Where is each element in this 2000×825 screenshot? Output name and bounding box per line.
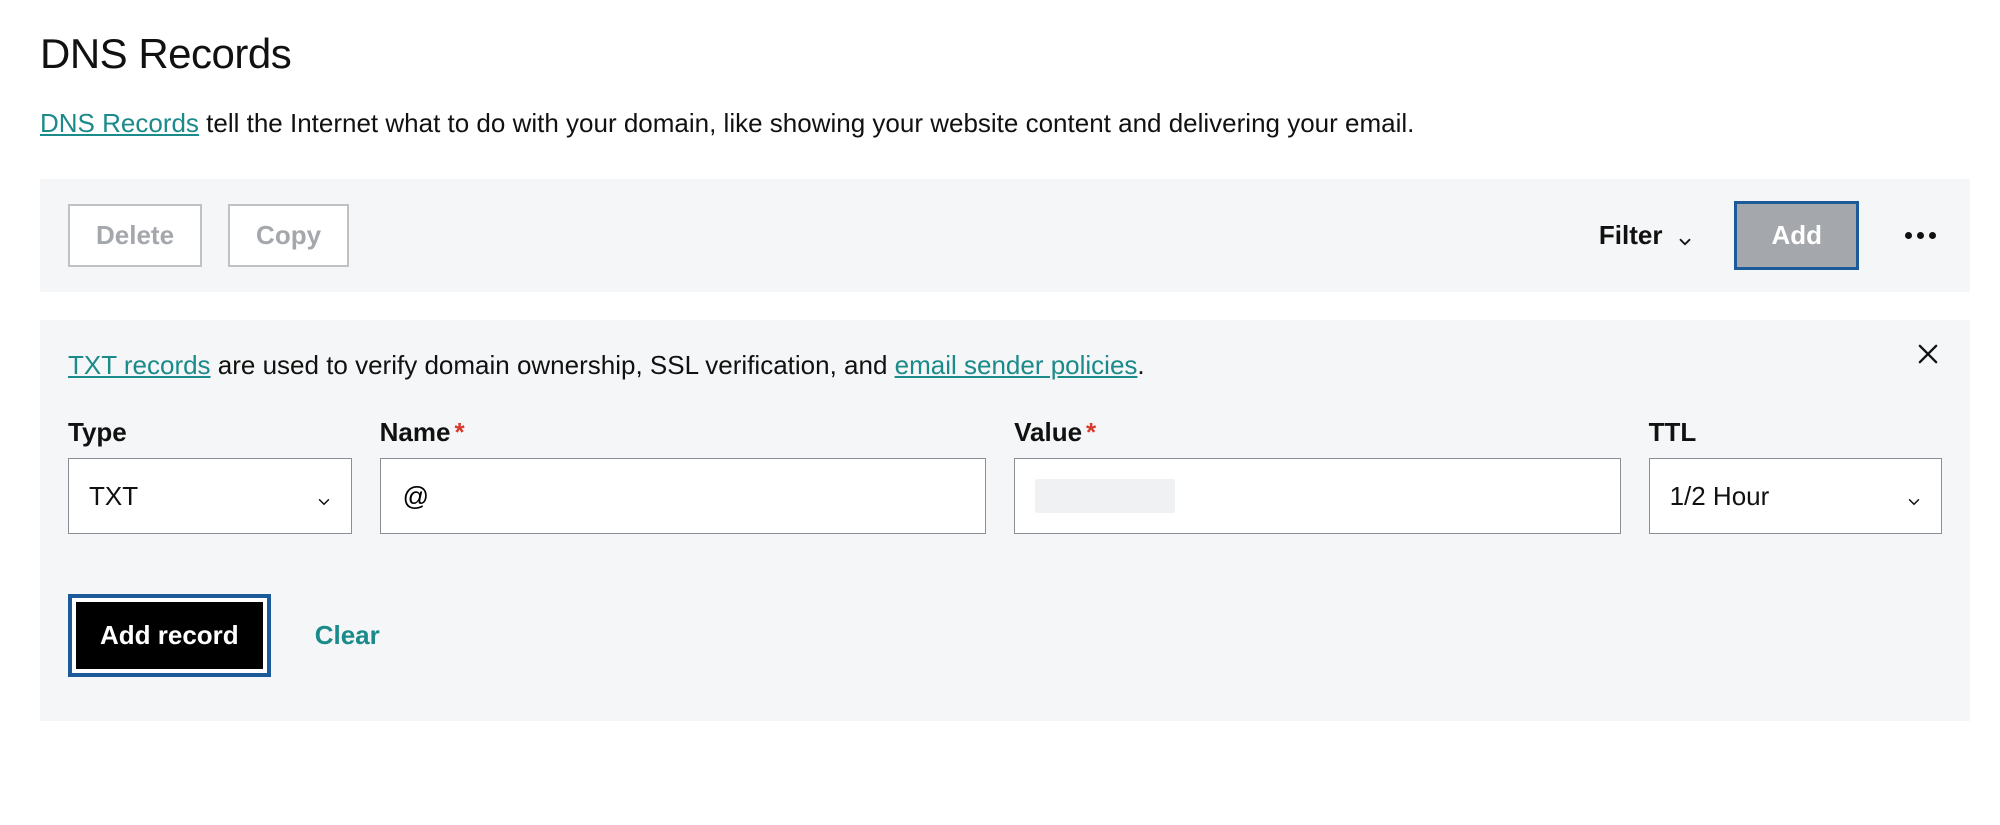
name-label-text: Name <box>380 417 451 447</box>
toolbar-right: Filter Add <box>1599 201 1942 270</box>
clear-button[interactable]: Clear <box>311 610 384 661</box>
type-label: Type <box>68 417 352 448</box>
field-ttl: TTL 1/2 Hour <box>1649 417 1942 534</box>
value-label: Value* <box>1014 417 1620 448</box>
close-icon[interactable] <box>1914 340 1942 368</box>
copy-button[interactable]: Copy <box>228 204 349 267</box>
ttl-label: TTL <box>1649 417 1942 448</box>
panel-description: TXT records are used to verify domain ow… <box>68 350 1942 381</box>
filter-label: Filter <box>1599 220 1663 251</box>
intro-rest: tell the Internet what to do with your d… <box>199 108 1414 138</box>
field-name: Name* <box>380 417 986 534</box>
required-star: * <box>454 417 464 447</box>
txt-records-link[interactable]: TXT records <box>68 350 211 380</box>
email-sender-policies-link[interactable]: email sender policies <box>895 350 1138 380</box>
panel-desc-mid: are used to verify domain ownership, SSL… <box>211 350 895 380</box>
toolbar-left: Delete Copy <box>68 204 349 267</box>
type-select[interactable]: TXT <box>68 458 352 534</box>
ttl-select-value: 1/2 Hour <box>1670 481 1770 512</box>
toolbar: Delete Copy Filter Add <box>40 179 1970 292</box>
ttl-select[interactable]: 1/2 Hour <box>1649 458 1942 534</box>
type-select-value: TXT <box>89 481 138 512</box>
field-type: Type TXT <box>68 417 352 534</box>
filter-dropdown[interactable]: Filter <box>1599 220 1695 251</box>
chevron-down-icon <box>1676 227 1694 245</box>
chevron-down-icon <box>315 487 333 505</box>
add-record-button[interactable]: Add record <box>68 594 271 677</box>
field-value: Value* <box>1014 417 1620 534</box>
name-input[interactable] <box>401 459 965 533</box>
add-button[interactable]: Add <box>1734 201 1859 270</box>
actions-row: Add record Clear <box>68 594 1942 677</box>
form-row: Type TXT Name* Value* <box>68 417 1942 534</box>
chevron-down-icon <box>1905 487 1923 505</box>
delete-button[interactable]: Delete <box>68 204 202 267</box>
name-input-wrapper <box>380 458 986 534</box>
required-star: * <box>1086 417 1096 447</box>
value-label-text: Value <box>1014 417 1082 447</box>
more-icon[interactable] <box>1899 226 1942 245</box>
value-input[interactable] <box>1035 479 1175 513</box>
page-title: DNS Records <box>40 30 1970 78</box>
intro-text: DNS Records tell the Internet what to do… <box>40 108 1970 139</box>
value-input-wrapper <box>1014 458 1620 534</box>
dns-records-link[interactable]: DNS Records <box>40 108 199 138</box>
add-record-panel: TXT records are used to verify domain ow… <box>40 320 1970 721</box>
name-label: Name* <box>380 417 986 448</box>
panel-desc-end: . <box>1137 350 1144 380</box>
